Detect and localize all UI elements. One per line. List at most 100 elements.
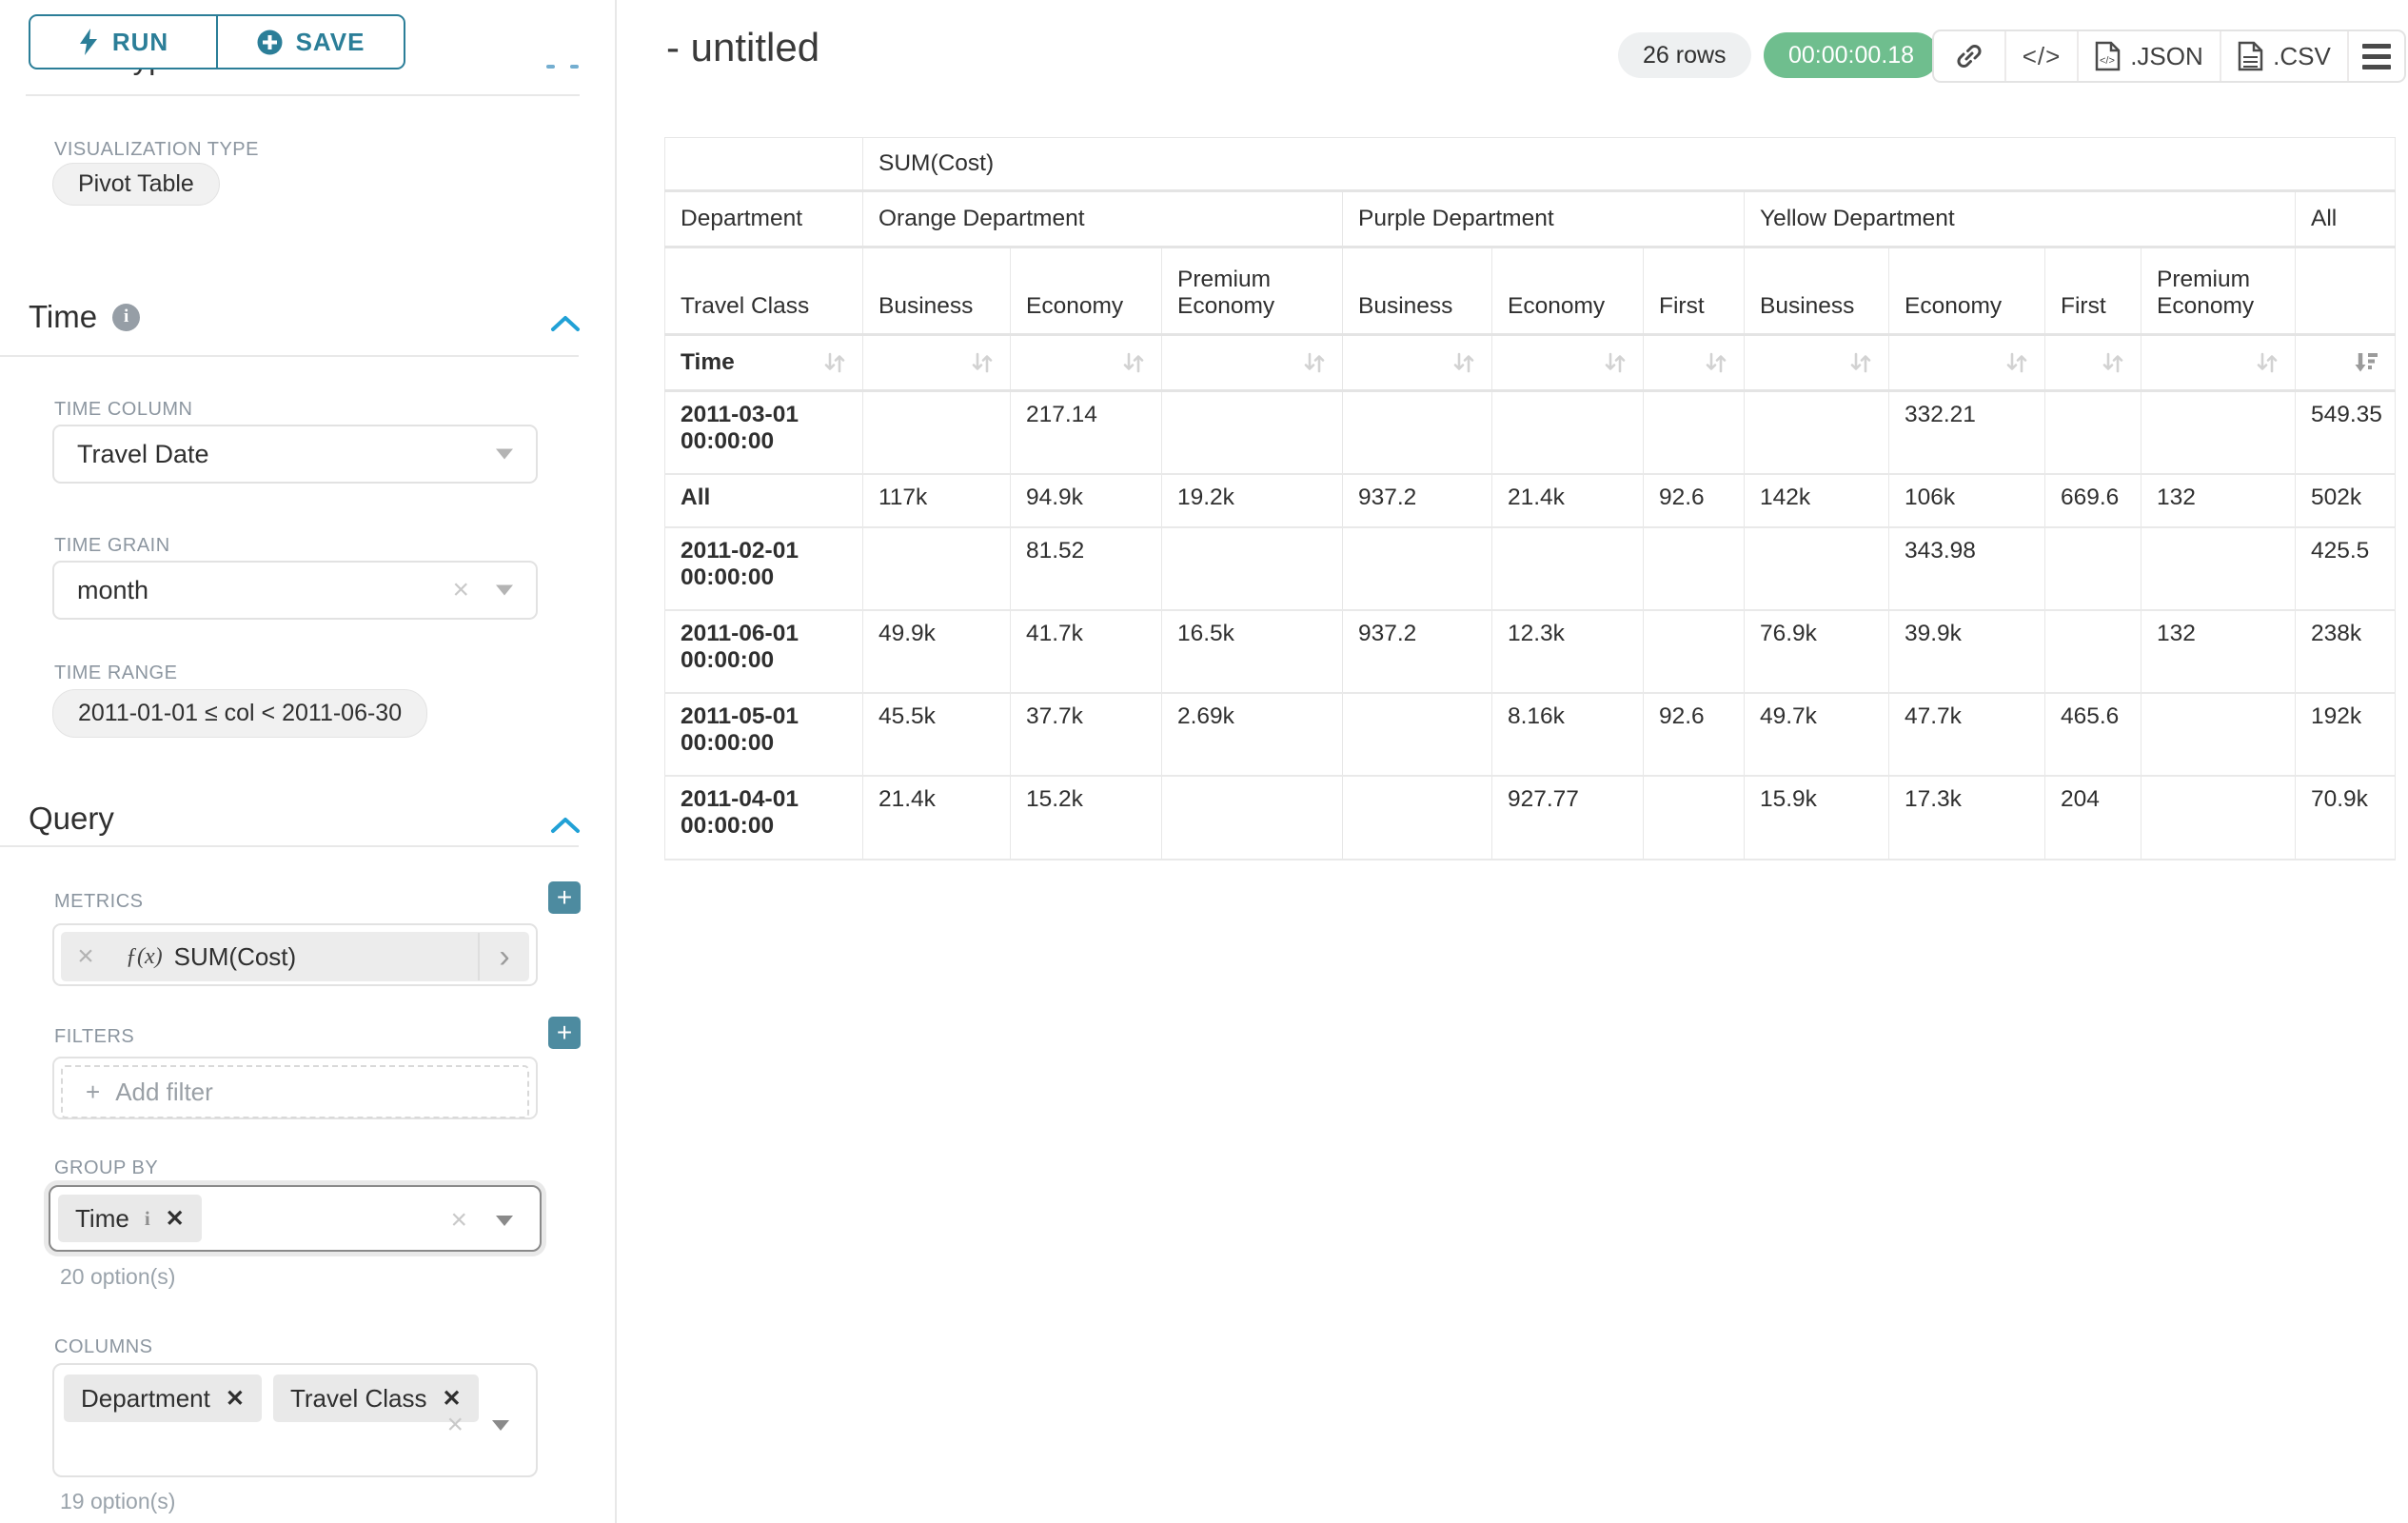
- add-filter-plus-button[interactable]: +: [548, 1017, 581, 1049]
- remove-chip-icon[interactable]: ✕: [226, 1385, 245, 1413]
- column-sort-header[interactable]: [1492, 335, 1644, 391]
- column-sort-header[interactable]: [1889, 335, 2045, 391]
- value-cell: 192k: [2296, 693, 2396, 776]
- value-cell: 217.14: [1011, 391, 1162, 474]
- value-cell: 94.9k: [1011, 474, 1162, 527]
- value-cell: 70.9k: [2296, 776, 2396, 860]
- value-cell: 117k: [863, 474, 1011, 527]
- travel-class-cell: Economy: [1889, 247, 2045, 335]
- panel-drag-dots[interactable]: [546, 65, 579, 69]
- save-button[interactable]: SAVE: [216, 16, 404, 68]
- bolt-icon: [78, 29, 99, 55]
- export-json-button[interactable]: </> .JSON: [2077, 31, 2220, 81]
- more-options-button[interactable]: [2347, 31, 2404, 81]
- chart-title[interactable]: - untitled: [666, 25, 819, 70]
- travel-class-cell: Economy: [1011, 247, 1162, 335]
- column-sort-header[interactable]: [1162, 335, 1343, 391]
- time-range-chip[interactable]: 2011-01-01 ≤ col < 2011-06-30: [52, 689, 427, 738]
- plus-icon: +: [86, 1078, 100, 1107]
- export-csv-button[interactable]: .CSV: [2220, 31, 2347, 81]
- value-cell: 17.3k: [1889, 776, 2045, 860]
- all-column-sort-header-active[interactable]: [2296, 335, 2396, 391]
- value-cell: [1343, 527, 1492, 610]
- csv-file-icon: [2238, 41, 2263, 71]
- add-metric-button[interactable]: +: [548, 881, 581, 914]
- value-cell: 15.2k: [1011, 776, 1162, 860]
- sort-icon: [1848, 350, 1873, 375]
- columns-chip-department[interactable]: Department ✕: [64, 1375, 262, 1422]
- time-sort-header[interactable]: Time: [665, 335, 863, 391]
- sort-icon: [1302, 350, 1327, 375]
- json-file-icon: </>: [2095, 41, 2121, 71]
- value-cell: 204: [2045, 776, 2142, 860]
- value-cell: 238k: [2296, 610, 2396, 693]
- columns-label: COLUMNS: [54, 1336, 153, 1358]
- visualization-type-label: VISUALIZATION TYPE: [54, 139, 259, 161]
- column-sort-header[interactable]: [863, 335, 1011, 391]
- value-cell: 21.4k: [1492, 474, 1644, 527]
- time-section-heading: Time i: [29, 299, 140, 335]
- column-sort-header[interactable]: [1745, 335, 1889, 391]
- time-grain-select[interactable]: month ×: [52, 561, 538, 620]
- value-cell: [2045, 391, 2142, 474]
- time-column-value: Travel Date: [77, 440, 209, 469]
- value-cell: 49.9k: [863, 610, 1011, 693]
- row-time-cell: 2011-05-01 00:00:00: [665, 693, 863, 776]
- group-by-label: GROUP BY: [54, 1157, 158, 1179]
- divider: [0, 355, 579, 357]
- metric-pill[interactable]: × ƒ(x) SUM(Cost) ›: [61, 932, 529, 981]
- time-grain-value: month: [77, 576, 148, 605]
- collapse-chevron-up-icon[interactable]: [550, 816, 581, 835]
- column-sort-header[interactable]: [1343, 335, 1492, 391]
- value-cell: 92.6: [1644, 693, 1745, 776]
- value-cell: 92.6: [1644, 474, 1745, 527]
- column-sort-header[interactable]: [2142, 335, 2296, 391]
- collapse-chevron-up-icon[interactable]: [550, 314, 581, 333]
- value-cell: [2142, 693, 2296, 776]
- sort-icon: [1704, 350, 1728, 375]
- value-cell: 343.98: [1889, 527, 2045, 610]
- value-cell: [2142, 776, 2296, 860]
- filters-control: + Add filter: [52, 1057, 538, 1119]
- query-timer-badge: 00:00:00.18: [1764, 32, 1939, 78]
- code-icon: </>: [2023, 42, 2062, 71]
- remove-chip-icon[interactable]: ✕: [166, 1205, 185, 1233]
- group-by-chip-time[interactable]: Time i ✕: [58, 1195, 202, 1242]
- divider: [0, 845, 579, 847]
- time-range-label: TIME RANGE: [54, 663, 177, 684]
- value-cell: 132: [2142, 474, 2296, 527]
- column-sort-header[interactable]: [2045, 335, 2142, 391]
- value-cell: [1745, 527, 1889, 610]
- row-time-cell: 2011-06-01 00:00:00: [665, 610, 863, 693]
- travel-class-cell: Business: [863, 247, 1011, 335]
- remove-metric-icon[interactable]: ×: [61, 940, 110, 973]
- value-cell: [2045, 527, 2142, 610]
- column-sort-header[interactable]: [1011, 335, 1162, 391]
- travel-class-cell: Business: [1343, 247, 1492, 335]
- group-by-select[interactable]: Time i ✕ ×: [49, 1185, 542, 1252]
- clear-icon[interactable]: ×: [446, 1409, 464, 1441]
- time-column-select[interactable]: Travel Date: [52, 425, 538, 484]
- clear-icon[interactable]: ×: [452, 574, 469, 606]
- divider: [26, 94, 580, 96]
- expand-metric-chevron-icon[interactable]: ›: [478, 933, 529, 980]
- sort-icon: [1451, 350, 1476, 375]
- value-cell: 81.52: [1011, 527, 1162, 610]
- row-time-cell: 2011-02-01 00:00:00: [665, 527, 863, 610]
- columns-select[interactable]: Department ✕ Travel Class ✕ ×: [52, 1363, 538, 1477]
- value-cell: 16.5k: [1162, 610, 1343, 693]
- run-button[interactable]: RUN: [30, 16, 216, 68]
- department-group-cell: All: [2296, 191, 2396, 247]
- metric-name: SUM(Cost): [174, 942, 297, 972]
- export-csv-label: .CSV: [2273, 42, 2331, 71]
- column-sort-header[interactable]: [1644, 335, 1745, 391]
- view-query-button[interactable]: </>: [2004, 31, 2077, 81]
- clear-icon[interactable]: ×: [450, 1204, 467, 1236]
- metric-header-cell: SUM(Cost): [863, 138, 2396, 191]
- travel-class-cell: First: [1644, 247, 1745, 335]
- copy-link-button[interactable]: [1934, 31, 2004, 81]
- value-cell: 47.7k: [1889, 693, 2045, 776]
- value-cell: [1644, 527, 1745, 610]
- visualization-type-chip[interactable]: Pivot Table: [52, 163, 220, 206]
- add-filter-button[interactable]: + Add filter: [61, 1065, 529, 1118]
